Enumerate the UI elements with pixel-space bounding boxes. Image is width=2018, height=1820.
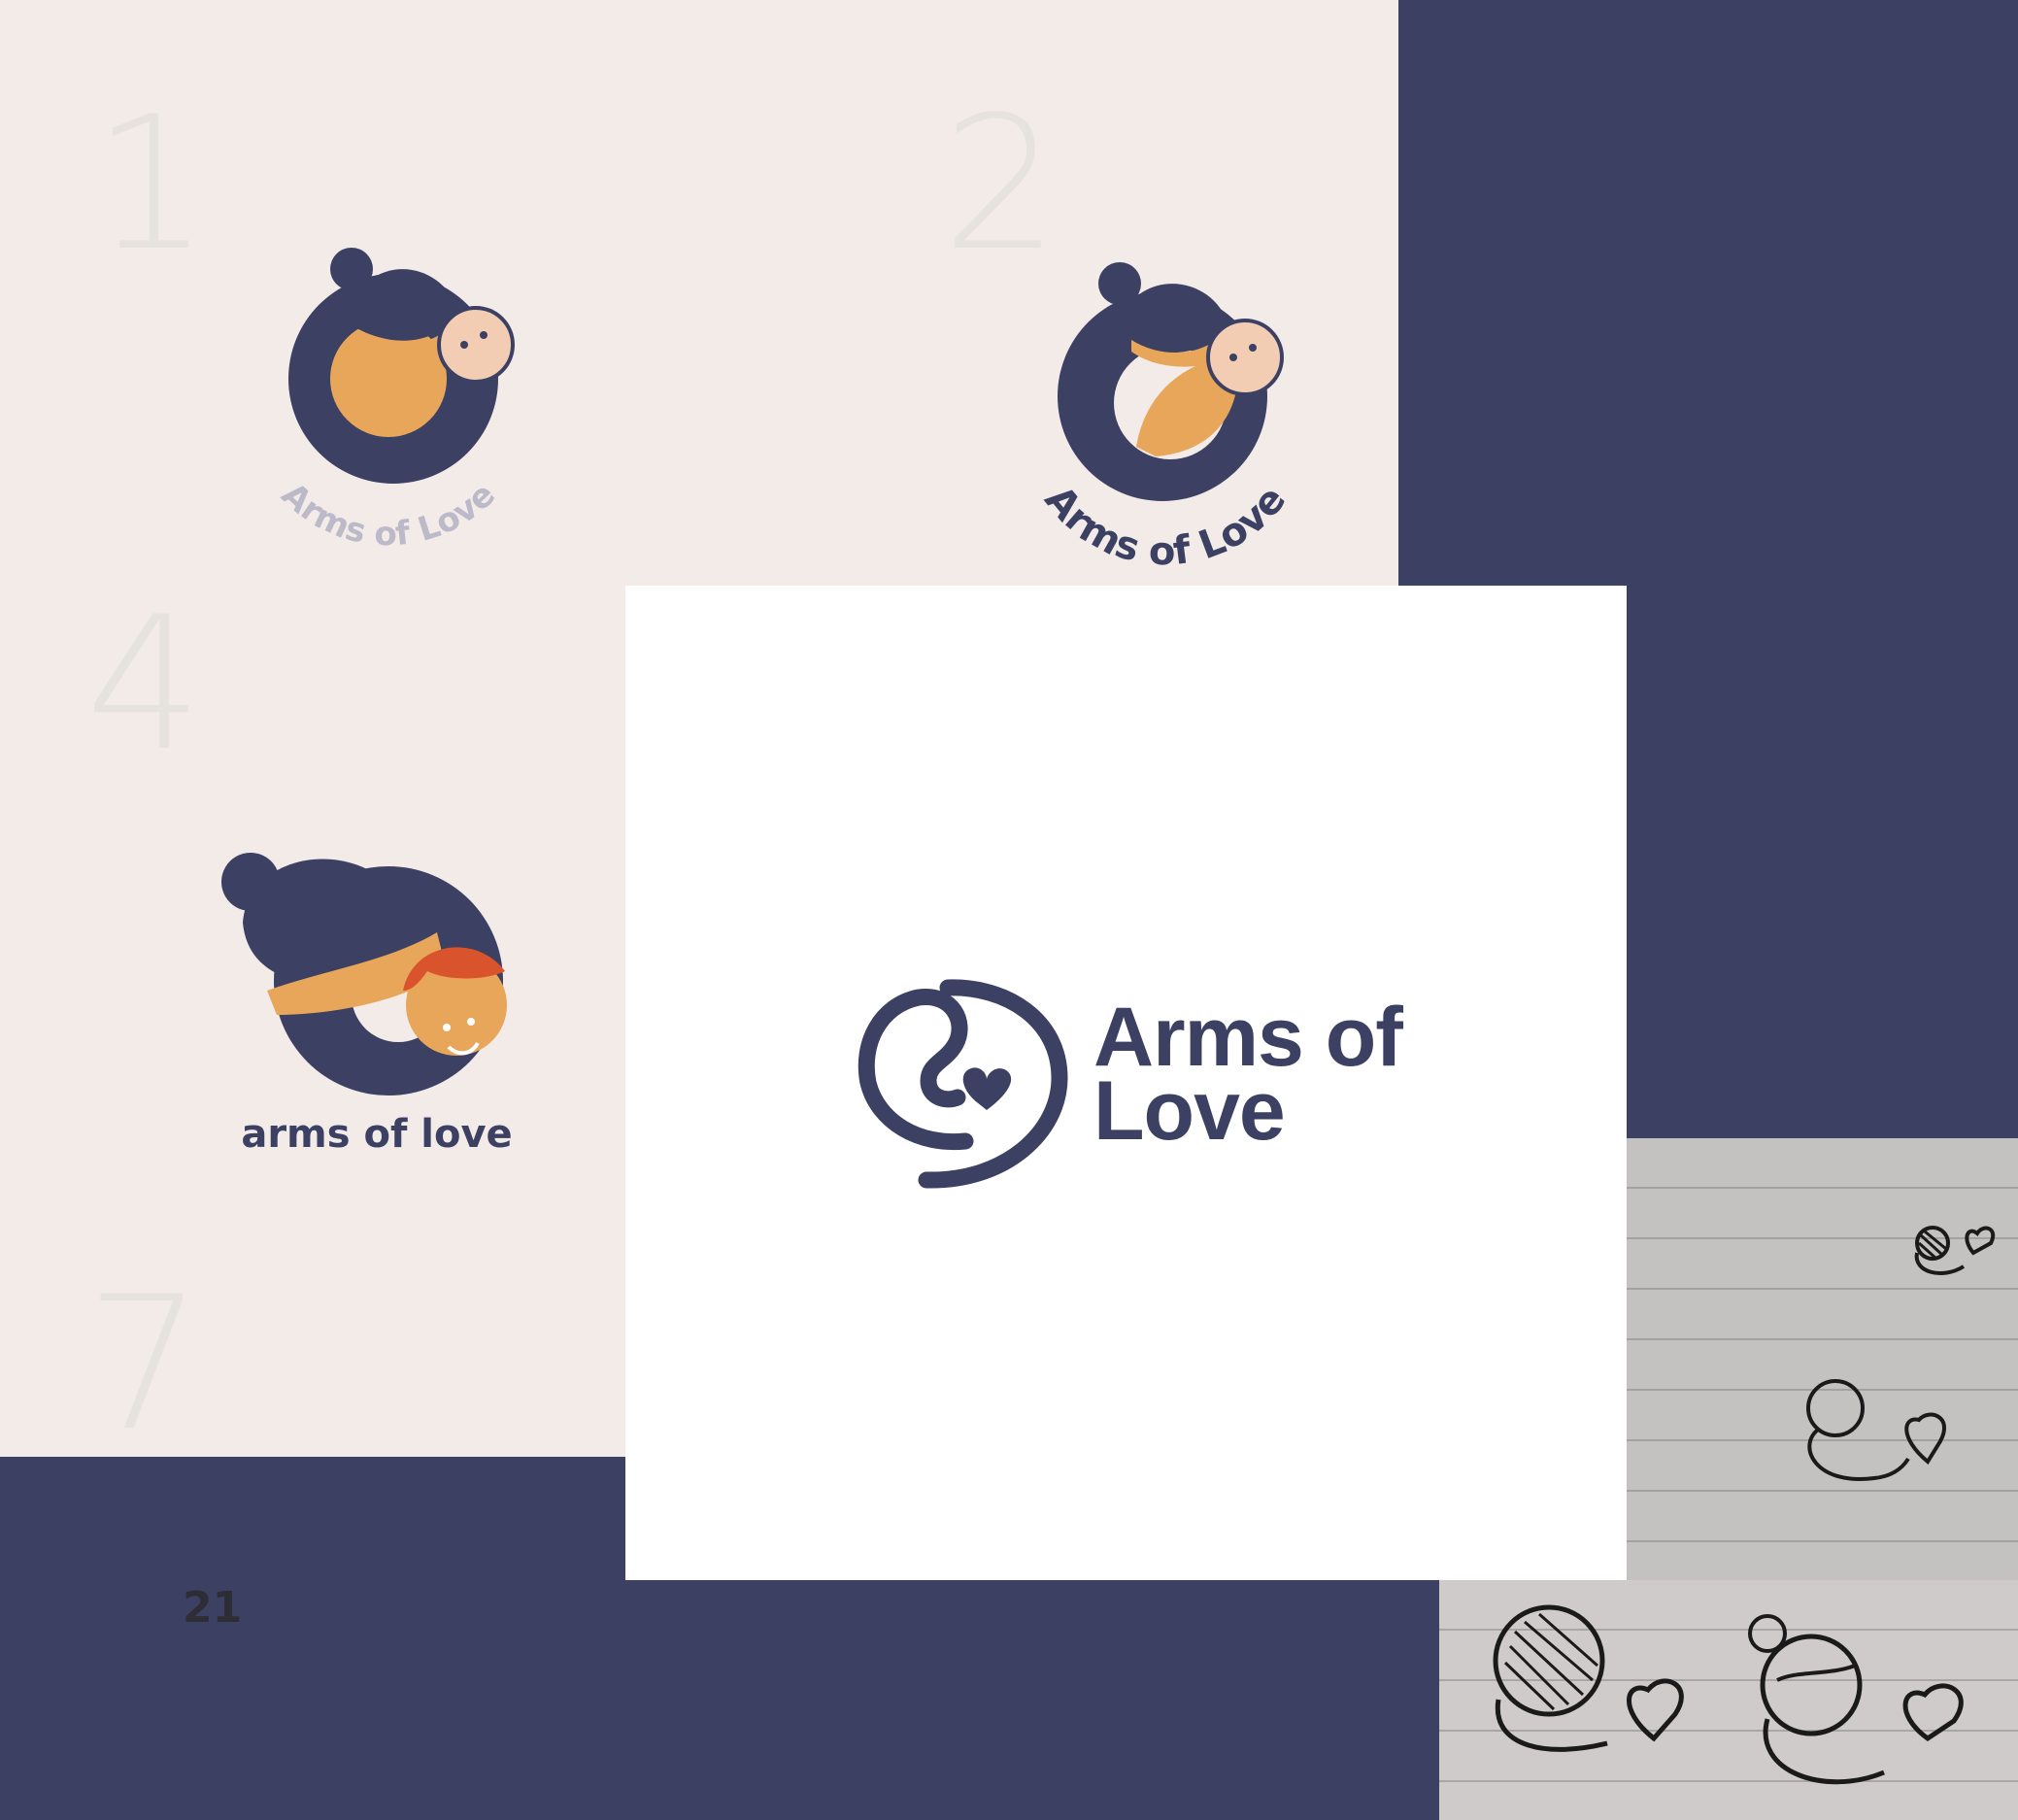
concept-4-wordmark: arms of love [241, 1112, 513, 1157]
sketch-photo-top [1627, 1138, 2018, 1580]
concept-2-logo: Arms of Love [1036, 262, 1295, 573]
concept-number-1: 1 [92, 77, 210, 291]
concept-number-4: 4 [85, 577, 203, 792]
concept-1-wordmark: Arms of Love [274, 475, 503, 554]
sketch-drawing-small [1914, 1226, 1996, 1276]
sketch-drawing-medium [1806, 1379, 1947, 1482]
page-number: 21 [183, 1583, 243, 1633]
concept-number-7: 7 [85, 1257, 203, 1471]
concept-1-logo: Arms of Love [274, 248, 515, 554]
final-logo-line-1: Arms of [1093, 991, 1403, 1084]
sketch-drawing-right [1748, 1614, 1964, 1785]
sketch-drawing-left [1493, 1604, 1684, 1752]
svg-text:Arms of Love: Arms of Love [274, 475, 503, 554]
final-logo-wordmark: Arms of Love [1093, 991, 1403, 1158]
final-logo-mark [858, 979, 1068, 1189]
final-logo-line-2: Love [1093, 1064, 1286, 1158]
